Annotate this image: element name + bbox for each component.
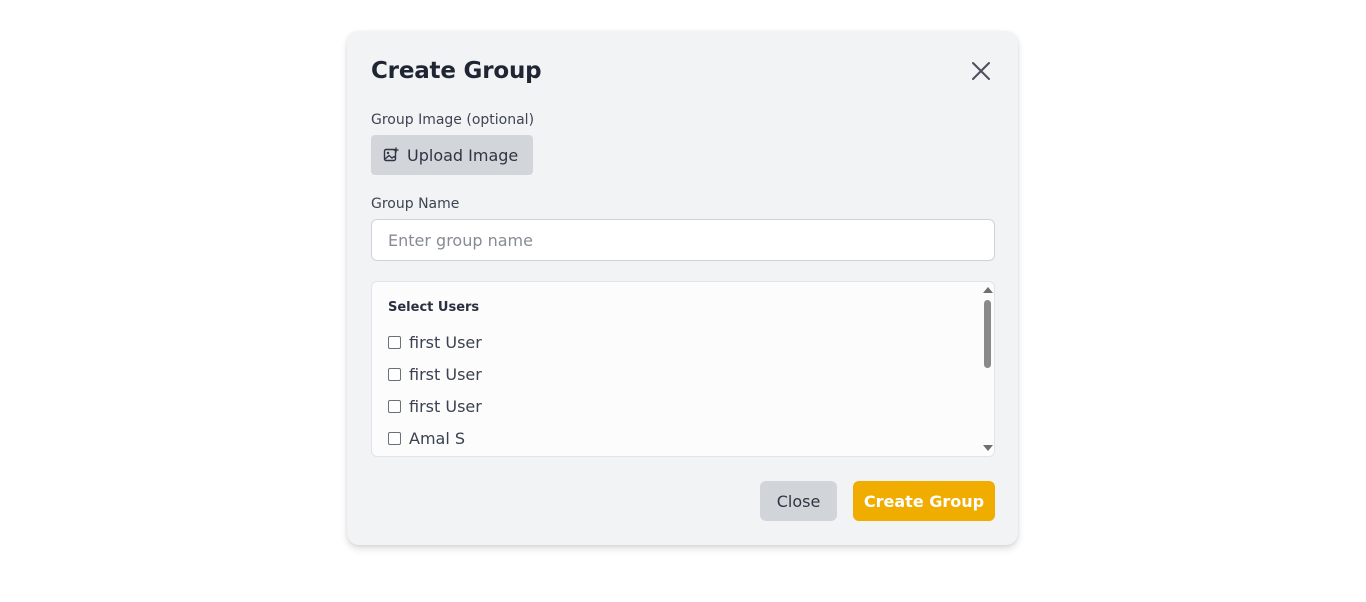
group-image-label: Group Image (optional): [371, 112, 535, 128]
upload-image-label: Upload Image: [407, 145, 519, 165]
modal-title: Create Group: [371, 58, 542, 84]
upload-image-button[interactable]: Upload Image: [371, 135, 533, 175]
user-option[interactable]: first User: [388, 363, 482, 385]
close-icon: [972, 62, 990, 80]
user-checkbox[interactable]: [388, 431, 401, 445]
close-modal-button[interactable]: [967, 57, 995, 85]
user-name: first User: [409, 332, 482, 352]
scroll-up-arrow-icon[interactable]: [983, 287, 993, 293]
group-name-label: Group Name: [371, 196, 460, 212]
user-checkbox[interactable]: [388, 399, 401, 413]
users-scrollbar[interactable]: [980, 282, 994, 456]
user-checkbox[interactable]: [388, 367, 401, 381]
scroll-thumb[interactable]: [984, 300, 991, 368]
group-name-input[interactable]: [371, 219, 995, 261]
close-button[interactable]: Close: [760, 481, 837, 521]
user-name: first User: [409, 364, 482, 384]
create-group-button[interactable]: Create Group: [853, 481, 995, 521]
user-option[interactable]: first User: [388, 331, 482, 353]
user-option[interactable]: first User: [388, 395, 482, 417]
select-users-heading: Select Users: [388, 300, 480, 315]
scroll-down-arrow-icon[interactable]: [983, 445, 993, 451]
user-checkbox[interactable]: [388, 335, 401, 349]
user-option[interactable]: Amal S: [388, 427, 465, 449]
image-plus-icon: [383, 147, 399, 163]
select-users-list[interactable]: Select Users first User first User first…: [371, 281, 995, 457]
user-name: Amal S: [409, 428, 466, 448]
create-group-modal: Create Group Group Image (optional) Uplo…: [347, 31, 1018, 545]
user-name: first User: [409, 396, 482, 416]
